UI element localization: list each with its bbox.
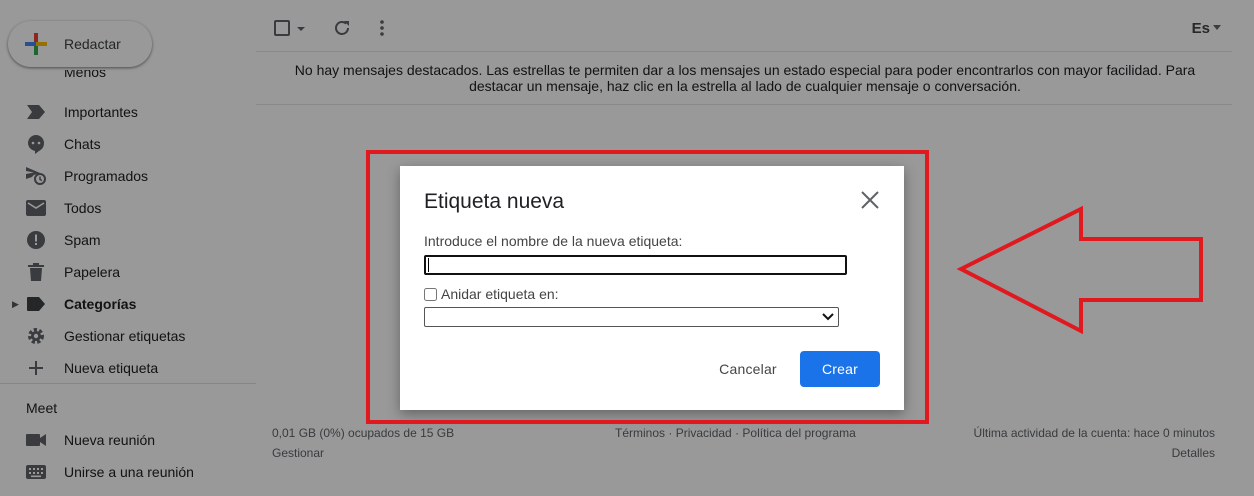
annotation-highlight-box	[366, 150, 929, 424]
annotation-arrow-icon	[956, 205, 1203, 335]
